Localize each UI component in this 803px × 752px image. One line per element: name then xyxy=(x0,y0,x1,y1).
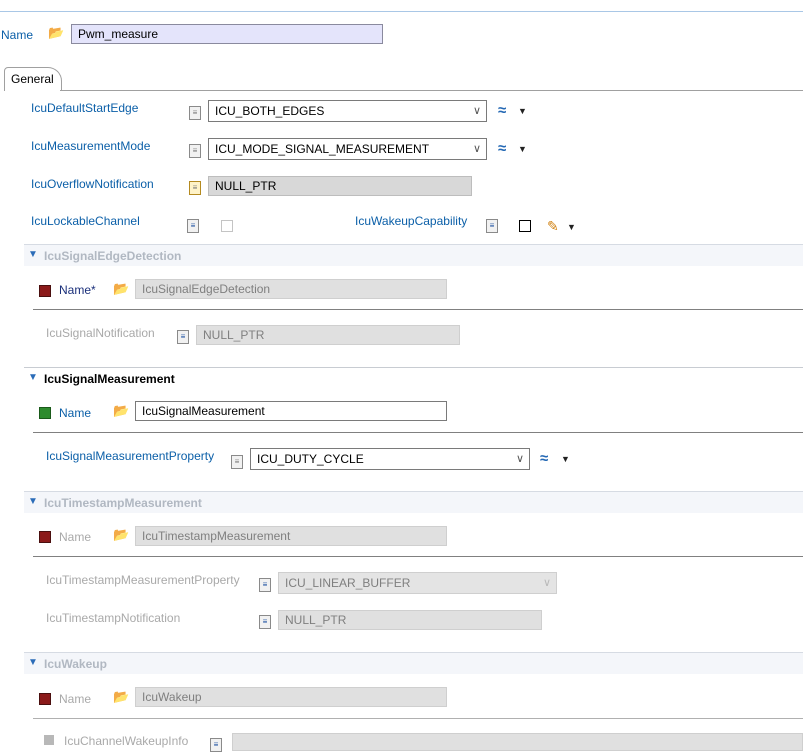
lockable-channel-checkbox[interactable] xyxy=(221,220,233,232)
collapse-icon[interactable]: ▼ xyxy=(28,372,38,383)
measurement-mode-select[interactable]: ICU_MODE_SIGNAL_MEASUREMENT ∨ xyxy=(208,138,487,160)
section-timestamp-measurement[interactable]: ▼ IcuTimestampMeasurement xyxy=(24,491,803,513)
folder-icon: 📂 xyxy=(113,527,130,542)
overflow-notification-label: IcuOverflowNotification xyxy=(31,177,154,191)
top-divider xyxy=(0,11,803,12)
chevron-down-icon: ∨ xyxy=(472,105,481,117)
measurement-mode-value: ICU_MODE_SIGNAL_MEASUREMENT xyxy=(215,142,430,156)
pencil-icon[interactable]: ✎ xyxy=(547,218,559,235)
timestamp-property-label: IcuTimestampMeasurementProperty xyxy=(46,573,240,587)
default-start-edge-value: ICU_BOTH_EDGES xyxy=(215,104,325,118)
name-label: Name xyxy=(1,28,34,42)
folder-icon: 📂 xyxy=(113,689,130,704)
separator xyxy=(33,556,803,557)
section-wakeup[interactable]: ▼ IcuWakeup xyxy=(24,652,803,674)
signal-measurement-name-label: Name xyxy=(59,406,92,420)
timestamp-name-label: Name xyxy=(59,530,92,544)
function-icon: ≡ xyxy=(177,330,189,344)
required-marker-icon xyxy=(39,285,51,297)
edge-detection-name-input[interactable]: IcuSignalEdgeDetection xyxy=(135,279,447,299)
tab-general[interactable]: General xyxy=(4,67,62,91)
document-icon: ≡ xyxy=(231,455,243,469)
calculator-icon[interactable]: ≈ xyxy=(498,102,506,119)
wakeup-capability-checkbox[interactable] xyxy=(519,220,531,232)
collapse-icon[interactable]: ▼ xyxy=(28,496,38,507)
dropdown-arrow-icon[interactable]: ▼ xyxy=(518,144,527,154)
collapse-icon[interactable]: ▼ xyxy=(28,657,38,668)
chevron-down-icon: ∨ xyxy=(542,577,551,589)
timestamp-name-input[interactable]: IcuTimestampMeasurement xyxy=(135,526,447,546)
section-title: IcuSignalEdgeDetection xyxy=(44,249,182,263)
default-start-edge-select[interactable]: ICU_BOTH_EDGES ∨ xyxy=(208,100,487,122)
timestamp-property-value: ICU_LINEAR_BUFFER xyxy=(285,576,411,590)
separator xyxy=(33,718,803,719)
folder-icon: 📂 xyxy=(48,25,65,40)
channel-wakeup-info-label: IcuChannelWakeupInfo xyxy=(64,734,189,748)
overflow-notification-field[interactable]: NULL_PTR xyxy=(208,176,472,196)
dropdown-arrow-icon[interactable]: ▼ xyxy=(567,222,576,232)
signal-measurement-name-input[interactable]: IcuSignalMeasurement xyxy=(135,401,447,421)
chevron-down-icon: ∨ xyxy=(472,143,481,155)
separator xyxy=(33,432,803,433)
timestamp-notification-label: IcuTimestampNotification xyxy=(46,611,181,625)
calculator-icon[interactable]: ≈ xyxy=(498,140,506,157)
wakeup-capability-label: IcuWakeupCapability xyxy=(355,214,468,228)
reference-icon: ≡ xyxy=(210,738,222,752)
collapse-icon[interactable]: ▼ xyxy=(28,249,38,260)
section-title: IcuTimestampMeasurement xyxy=(44,496,202,510)
document-icon: ≡ xyxy=(189,106,201,120)
measurement-mode-label: IcuMeasurementMode xyxy=(31,139,151,153)
default-start-edge-label: IcuDefaultStartEdge xyxy=(31,101,139,115)
function-icon: ≡ xyxy=(189,181,201,195)
section-signal-edge-detection[interactable]: ▼ IcuSignalEdgeDetection xyxy=(24,244,803,266)
calculator-icon[interactable]: ≈ xyxy=(540,450,548,467)
section-title: IcuWakeup xyxy=(44,657,107,671)
folder-icon: 📂 xyxy=(113,281,130,296)
required-marker-icon xyxy=(39,693,51,705)
signal-notification-label: IcuSignalNotification xyxy=(46,326,155,340)
tab-bar-line xyxy=(60,90,803,91)
lockable-channel-label: IcuLockableChannel xyxy=(31,214,140,228)
wakeup-name-label: Name xyxy=(59,692,92,706)
valid-marker-icon xyxy=(39,407,51,419)
chevron-down-icon: ∨ xyxy=(515,453,524,465)
signal-notification-field[interactable]: NULL_PTR xyxy=(196,325,460,345)
tab-bar: General xyxy=(4,67,803,91)
section-title: IcuSignalMeasurement xyxy=(44,372,175,386)
wakeup-name-input[interactable]: IcuWakeup xyxy=(135,687,447,707)
measurement-property-value: ICU_DUTY_CYCLE xyxy=(257,452,364,466)
measurement-property-select[interactable]: ICU_DUTY_CYCLE ∨ xyxy=(250,448,530,470)
edge-detection-name-label: Name* xyxy=(59,283,96,297)
boolean-icon: ≡ xyxy=(486,219,498,233)
required-marker-icon xyxy=(39,531,51,543)
measurement-property-label: IcuSignalMeasurementProperty xyxy=(46,449,215,463)
document-icon: ≡ xyxy=(259,578,271,592)
folder-icon: 📂 xyxy=(113,403,130,418)
optional-marker-icon xyxy=(44,735,54,745)
timestamp-notification-field[interactable]: NULL_PTR xyxy=(278,610,542,630)
name-input[interactable]: Pwm_measure xyxy=(71,24,383,44)
function-icon: ≡ xyxy=(259,615,271,629)
dropdown-arrow-icon[interactable]: ▼ xyxy=(561,454,570,464)
channel-wakeup-info-field[interactable] xyxy=(232,733,803,751)
timestamp-property-select[interactable]: ICU_LINEAR_BUFFER ∨ xyxy=(278,572,557,594)
boolean-icon: ≡ xyxy=(187,219,199,233)
separator xyxy=(33,309,803,310)
dropdown-arrow-icon[interactable]: ▼ xyxy=(518,106,527,116)
document-icon: ≡ xyxy=(189,144,201,158)
section-signal-measurement[interactable]: ▼ IcuSignalMeasurement xyxy=(24,367,803,389)
